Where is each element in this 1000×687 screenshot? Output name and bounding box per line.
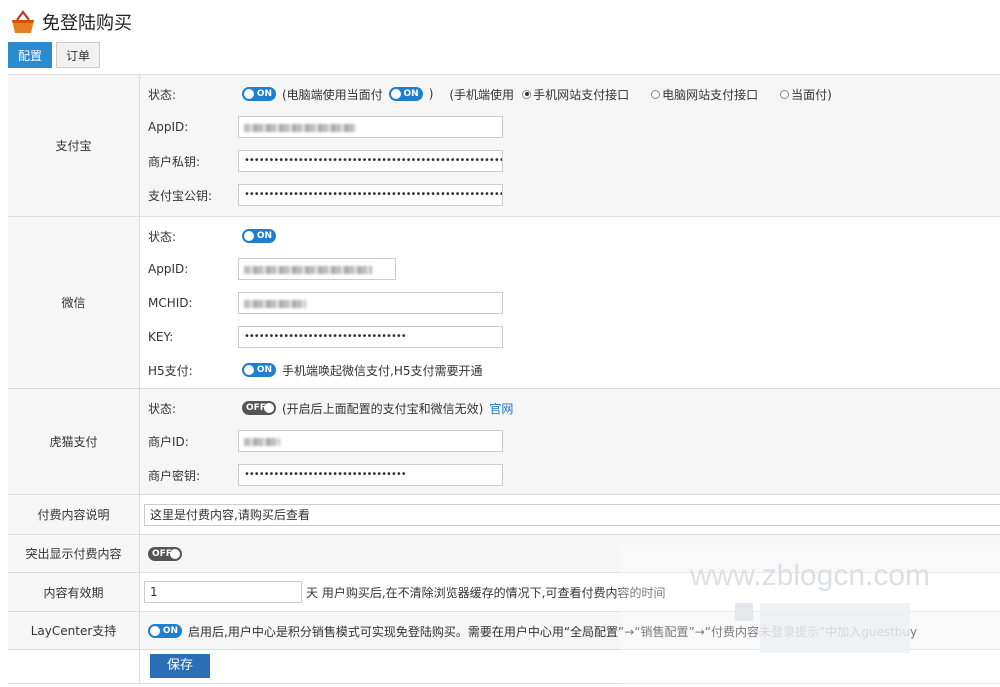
wechat-content: 状态: ON AppID: MCHID: KEY: ••••••••••••••…	[140, 217, 1000, 388]
wechat-key-row: KEY: •••••••••••••••••••••••••••••••••	[148, 326, 503, 348]
alipay-public-key-input[interactable]: ••••••••••••••••••••••••••••••••••••••••…	[238, 184, 503, 206]
xunhu-merchant-id-input[interactable]	[238, 430, 503, 452]
paid-desc-label: 付费内容说明	[8, 495, 140, 534]
wechat-status-label: 状态:	[148, 229, 177, 244]
laycenter-row: LayCenter支持 ON 启用后,用户中心是积分销售模式可实现免登陆购买。需…	[8, 612, 1000, 650]
laycenter-line: ON 启用后,用户中心是积分销售模式可实现免登陆购买。需要在用户中心用“全局配置…	[148, 620, 919, 642]
wechat-key-input[interactable]: •••••••••••••••••••••••••••••••••	[238, 326, 503, 348]
save-row: 保存	[8, 650, 1000, 684]
tab-config[interactable]: 配置	[8, 42, 53, 68]
save-row-label	[8, 650, 140, 683]
laycenter-note: 启用后,用户中心是积分销售模式可实现免登陆购买。需要在用户中心用“全局配置”→“…	[188, 624, 918, 639]
wechat-section: 微信 状态: ON AppID: MCHID: KEY: •••••••••••	[8, 217, 1000, 389]
xunhu-merchant-id-row: 商户ID:	[148, 430, 503, 452]
radio-facepay-label: 当面付)	[791, 87, 832, 102]
tab-orders[interactable]: 订单	[56, 42, 101, 68]
xunhu-status-label: 状态:	[148, 401, 177, 416]
xunhu-content: 状态: OFF (开启后上面配置的支付宝和微信无效) 官网 商户ID: 商户密钥…	[140, 389, 1000, 494]
radio-mobile-web[interactable]	[522, 89, 532, 99]
paid-desc-line: 这里是付费内容,请购买后查看	[144, 504, 1000, 526]
xunhu-status-toggle[interactable]: OFF	[242, 401, 276, 415]
xunhu-merchant-key-input[interactable]: •••••••••••••••••••••••••••••••••	[238, 464, 503, 486]
wechat-mchid-label: MCHID:	[148, 296, 193, 310]
radio-pc-web[interactable]	[651, 89, 661, 99]
radio-mobile-web-label: 手机网站支付接口	[533, 87, 630, 102]
highlight-row: 突出显示付费内容 OFF	[8, 535, 1000, 573]
alipay-pc-note-open: (电脑端使用当面付	[282, 87, 383, 102]
alipay-status-row: 状态: ON (电脑端使用当面付 ON ) (手机端使用 手机网站支付接口 电脑…	[148, 83, 832, 105]
wechat-h5-toggle[interactable]: ON	[242, 363, 276, 377]
xunhu-merchant-id-label: 商户ID:	[148, 434, 189, 449]
wechat-h5-label: H5支付:	[148, 363, 193, 378]
paid-desc-row: 付费内容说明 这里是付费内容,请购买后查看	[8, 495, 1000, 535]
alipay-appid-input[interactable]	[238, 116, 503, 138]
alipay-private-key-row: 商户私钥: ••••••••••••••••••••••••••••••••••…	[148, 150, 503, 172]
wechat-key-label: KEY:	[148, 330, 174, 344]
xunhu-status-note: (开启后上面配置的支付宝和微信无效)	[282, 401, 484, 416]
alipay-content: 状态: ON (电脑端使用当面付 ON ) (手机端使用 手机网站支付接口 电脑…	[140, 75, 1000, 216]
alipay-pc-note-close: )	[428, 87, 434, 101]
radio-pc-web-label: 电脑网站支付接口	[662, 87, 759, 102]
alipay-private-key-input[interactable]: ••••••••••••••••••••••••••••••••••••••••…	[238, 150, 503, 172]
wechat-h5-row: H5支付: ON 手机端唤起微信支付,H5支付需要开通	[148, 359, 484, 381]
alipay-public-key-label: 支付宝公钥:	[148, 188, 213, 203]
validity-input[interactable]: 1	[144, 581, 302, 603]
xunhu-label: 虎猫支付	[8, 389, 140, 494]
xunhu-section: 虎猫支付 状态: OFF (开启后上面配置的支付宝和微信无效) 官网 商户ID:…	[8, 389, 1000, 495]
alipay-pc-facepay-toggle[interactable]: ON	[388, 87, 423, 101]
wechat-appid-row: AppID:	[148, 258, 396, 280]
alipay-private-key-label: 商户私钥:	[148, 154, 201, 169]
xunhu-official-site-link[interactable]: 官网	[489, 400, 513, 417]
wechat-appid-label: AppID:	[148, 262, 189, 276]
shopping-basket-icon	[12, 10, 34, 33]
wechat-mchid-input[interactable]	[238, 292, 503, 314]
xunhu-merchant-key-row: 商户密钥: •••••••••••••••••••••••••••••••••	[148, 464, 503, 486]
validity-label: 内容有效期	[8, 573, 140, 611]
laycenter-content: ON 启用后,用户中心是积分销售模式可实现免登陆购买。需要在用户中心用“全局配置…	[140, 612, 1000, 649]
laycenter-label: LayCenter支持	[8, 612, 140, 649]
save-button[interactable]: 保存	[150, 654, 210, 678]
paid-desc-content: 这里是付费内容,请购买后查看	[140, 495, 1000, 534]
alipay-section: 支付宝 状态: ON (电脑端使用当面付 ON ) (手机端使用 手机网站支付接…	[8, 75, 1000, 217]
save-row-content: 保存	[140, 650, 1000, 683]
tab-bar: 配置 订单	[8, 42, 104, 68]
wechat-status-row: 状态: ON	[148, 225, 280, 247]
validity-note: 天 用户购买后,在不清除浏览器缓存的情况下,可查看付费内容的时间	[306, 585, 666, 600]
wechat-h5-note: 手机端唤起微信支付,H5支付需要开通	[282, 363, 483, 378]
page-title: 免登陆购买	[42, 13, 132, 34]
alipay-status-toggle[interactable]: ON	[242, 87, 276, 101]
radio-facepay[interactable]	[780, 89, 790, 99]
wechat-appid-input[interactable]	[238, 258, 396, 280]
wechat-label: 微信	[8, 217, 140, 388]
alipay-status-label: 状态:	[148, 87, 177, 102]
xunhu-merchant-key-label: 商户密钥:	[148, 468, 201, 483]
wechat-mchid-row: MCHID:	[148, 292, 503, 314]
validity-line: 1 天 用户购买后,在不清除浏览器缓存的情况下,可查看付费内容的时间	[144, 581, 667, 603]
alipay-public-key-row: 支付宝公钥: •••••••••••••••••••••••••••••••••…	[148, 184, 503, 206]
settings-table: 支付宝 状态: ON (电脑端使用当面付 ON ) (手机端使用 手机网站支付接…	[8, 74, 1000, 684]
highlight-label: 突出显示付费内容	[8, 535, 140, 572]
page-header: 免登陆购买	[10, 8, 132, 36]
highlight-toggle[interactable]: OFF	[148, 547, 182, 561]
paid-desc-input[interactable]: 这里是付费内容,请购买后查看	[144, 504, 1000, 526]
wechat-status-toggle[interactable]: ON	[242, 229, 276, 243]
validity-row: 内容有效期 1 天 用户购买后,在不清除浏览器缓存的情况下,可查看付费内容的时间	[8, 573, 1000, 612]
highlight-content: OFF	[140, 535, 1000, 572]
xunhu-status-row: 状态: OFF (开启后上面配置的支付宝和微信无效) 官网	[148, 397, 513, 419]
laycenter-toggle[interactable]: ON	[148, 624, 182, 638]
alipay-appid-label: AppID:	[148, 120, 189, 134]
alipay-label: 支付宝	[8, 75, 140, 216]
highlight-line: OFF	[148, 543, 186, 565]
alipay-mobile-note: (手机端使用	[449, 87, 515, 102]
alipay-appid-row: AppID:	[148, 116, 503, 138]
validity-content: 1 天 用户购买后,在不清除浏览器缓存的情况下,可查看付费内容的时间	[140, 573, 1000, 611]
